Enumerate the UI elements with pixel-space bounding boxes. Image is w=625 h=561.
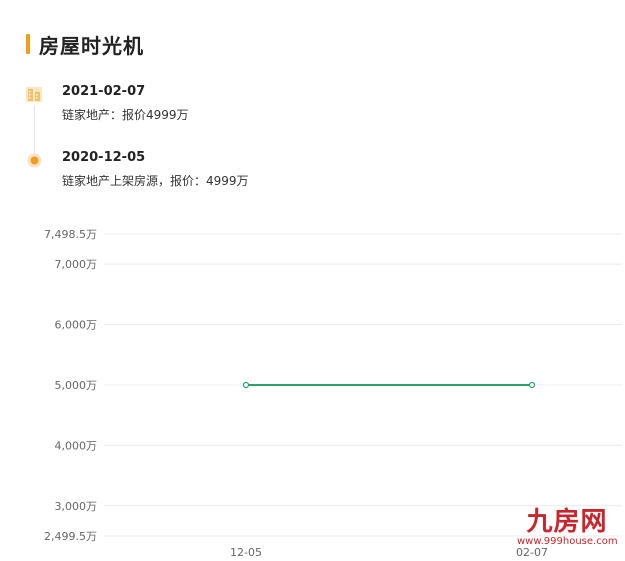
y-tick-label: 5,000万	[55, 379, 98, 392]
timeline-connector	[34, 106, 35, 154]
dot-icon	[27, 153, 42, 168]
y-tick-label: 7,498.5万	[44, 228, 97, 241]
y-tick-label: 4,000万	[55, 439, 98, 452]
y-tick-label: 3,000万	[55, 500, 98, 513]
section-header: 房屋时光机	[26, 31, 144, 58]
x-tick-label: 12-05	[230, 546, 262, 559]
timeline-desc: 链家地产：报价4999万	[62, 108, 189, 122]
data-point	[528, 381, 536, 389]
y-tick-label: 2,499.5万	[44, 530, 97, 543]
data-point	[242, 381, 250, 389]
section-title: 房屋时光机	[39, 33, 144, 58]
watermark-url: www.999house.com	[517, 536, 618, 547]
watermark-title: 九房网	[526, 507, 608, 537]
building-icon	[26, 87, 42, 102]
timeline-desc: 链家地产上架房源，报价：4999万	[62, 174, 249, 188]
accent-bar	[26, 34, 30, 54]
y-tick-label: 6,000万	[55, 319, 98, 332]
y-tick-label: 7,000万	[55, 258, 98, 271]
timeline-date: 2020-12-05	[62, 150, 146, 165]
timeline-date: 2021-02-07	[62, 84, 146, 99]
price-timeline: 2021-02-07 链家地产：报价4999万 2020-12-05 链家地产上…	[22, 78, 422, 198]
watermark-logo: 九房网 www.999house.com	[517, 507, 618, 558]
